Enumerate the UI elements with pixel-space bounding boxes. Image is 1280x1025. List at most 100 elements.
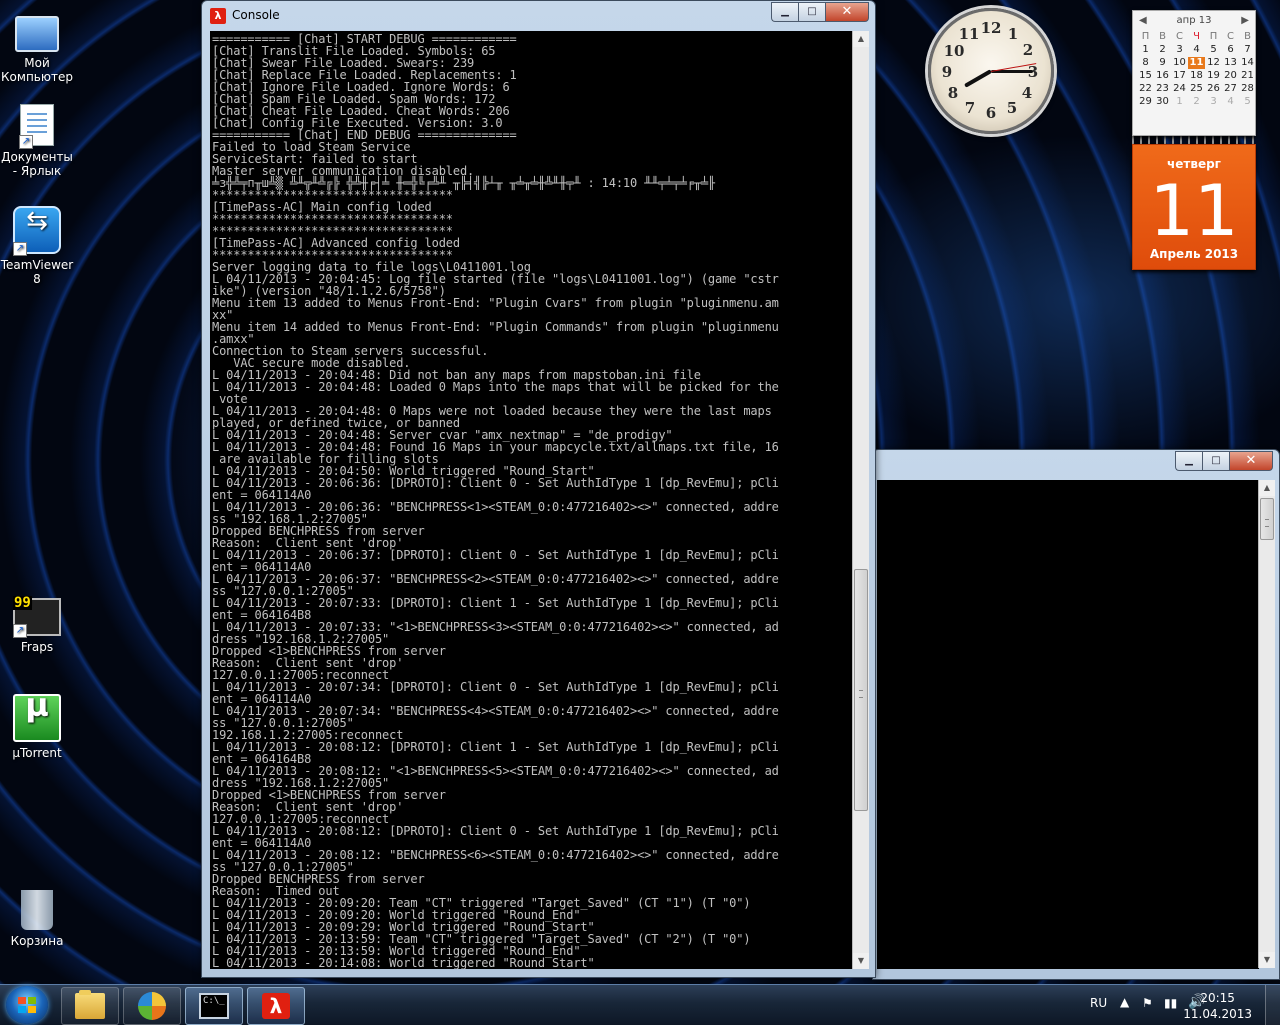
calendar-day[interactable]: 8	[1137, 57, 1154, 69]
calendar-day[interactable]: 7	[1239, 44, 1256, 56]
start-button[interactable]	[6, 986, 48, 1024]
clock-gadget[interactable]: 12 1 2 3 4 5 6 7 8 9 10 11	[928, 8, 1054, 134]
taskbar-hlds-button[interactable]: λ	[247, 987, 305, 1025]
teamviewer-icon: ↗	[13, 206, 61, 256]
calendar-day[interactable]: 13	[1222, 57, 1239, 69]
calendar-month-view: ◀ апр 13 ▶ П В С Ч П С В 1 2 3 4 5 6 7 8 9 10 11 12 13 14 15 1…	[1132, 10, 1256, 136]
clock-number: 10	[943, 42, 965, 60]
calendar-day[interactable]: 24	[1171, 83, 1188, 95]
calendar-day[interactable]: 25	[1188, 83, 1205, 95]
console-titlebar[interactable]: λ Console ▁ □ ✕	[202, 1, 875, 31]
next-month-icon[interactable]: ▶	[1241, 11, 1249, 31]
calendar-day[interactable]: 1	[1137, 44, 1154, 56]
close-button[interactable]: ✕	[825, 2, 869, 22]
desktop-icon-teamviewer[interactable]: ↗ TeamViewer 8	[0, 206, 74, 286]
calendar-day[interactable]: 9	[1154, 57, 1171, 69]
desktop-icon-documents[interactable]: ↗ Документы - Ярлык	[0, 104, 74, 178]
calendar-day[interactable]: 29	[1137, 96, 1154, 108]
taskbar-date: 11.04.2013	[1183, 1007, 1252, 1021]
calendar-grid: П В С Ч П С В 1 2 3 4 5 6 7 8 9 10 11 12 13 14 15 16 17 18 19 20 21…	[1137, 31, 1255, 108]
clock-number: 9	[941, 63, 953, 81]
calendar-day[interactable]: 14	[1239, 57, 1256, 69]
calendar-day[interactable]: 11	[1188, 57, 1205, 69]
calendar-day[interactable]: 1	[1171, 96, 1188, 108]
clock-number: 7	[964, 99, 976, 117]
calendar-day[interactable]: 23	[1154, 83, 1171, 95]
scroll-thumb[interactable]	[854, 569, 868, 811]
taskbar-clock[interactable]: 20:15 11.04.2013	[1183, 990, 1252, 1022]
network-icon[interactable]: ▮▮	[1164, 996, 1177, 1010]
show-hidden-icons-icon[interactable]: ▲	[1120, 995, 1129, 1009]
console-window[interactable]: λ Console ▁ □ ✕ =========== [Chat] START…	[201, 0, 876, 978]
calendar-day[interactable]: 3	[1205, 96, 1222, 108]
calendar-weekday: П	[1141, 31, 1150, 42]
desktop-icon-my-computer[interactable]: Мой Компьютер	[0, 10, 74, 84]
scroll-down-icon[interactable]: ▼	[1259, 952, 1275, 968]
clock-number: 5	[1006, 99, 1018, 117]
minimize-button[interactable]: ▁	[1175, 451, 1202, 471]
taskbar-explorer-button[interactable]	[61, 987, 119, 1025]
calendar-day[interactable]: 20	[1222, 70, 1239, 82]
computer-icon	[15, 16, 59, 52]
previous-month-icon[interactable]: ◀	[1139, 11, 1147, 31]
language-indicator[interactable]: RU	[1090, 996, 1107, 1010]
calendar-day[interactable]: 4	[1188, 44, 1205, 56]
calendar-day[interactable]: 5	[1239, 96, 1256, 108]
calendar-day[interactable]: 16	[1154, 70, 1171, 82]
clock-number: 1	[1007, 25, 1019, 43]
calendar-day[interactable]: 4	[1222, 96, 1239, 108]
calendar-day[interactable]: 12	[1205, 57, 1222, 69]
clock-number: 6	[985, 104, 997, 122]
calendar-day[interactable]: 17	[1171, 70, 1188, 82]
scroll-up-icon[interactable]: ▲	[1259, 480, 1275, 496]
calendar-day[interactable]: 19	[1205, 70, 1222, 82]
action-center-flag-icon[interactable]: ⚑	[1142, 996, 1153, 1010]
clock-number: 12	[980, 19, 1002, 37]
clock-number: 2	[1022, 41, 1034, 59]
half-life-icon: λ	[262, 993, 290, 1019]
shortcut-arrow-icon: ↗	[13, 624, 27, 638]
console-output[interactable]: =========== [Chat] START DEBUG =========…	[210, 31, 852, 969]
desktop-icon-fraps[interactable]: ↗ Fraps	[0, 596, 74, 654]
calendar-day[interactable]: 27	[1222, 83, 1239, 95]
scroll-up-icon[interactable]: ▲	[853, 31, 869, 47]
shortcut-arrow-icon: ↗	[13, 242, 27, 256]
clock-number: 11	[958, 25, 980, 43]
taskbar-cmd-button[interactable]: C:\_	[185, 987, 243, 1025]
window-content	[877, 480, 1259, 969]
calendar-weekday: Ч	[1193, 31, 1200, 42]
calendar-day[interactable]: 18	[1188, 70, 1205, 82]
taskbar-app-button[interactable]	[123, 987, 181, 1025]
calendar-weekday: В	[1244, 31, 1251, 42]
calendar-day[interactable]: 26	[1205, 83, 1222, 95]
close-button[interactable]: ✕	[1229, 451, 1273, 471]
calendar-day[interactable]: 21	[1239, 70, 1256, 82]
calendar-day[interactable]: 30	[1154, 96, 1171, 108]
calendar-day[interactable]: 28	[1239, 83, 1256, 95]
calendar-day[interactable]: 2	[1154, 44, 1171, 56]
calendar-day[interactable]: 15	[1137, 70, 1154, 82]
calendar-gadget[interactable]: ◀ апр 13 ▶ П В С Ч П С В 1 2 3 4 5 6 7 8 9 10 11 12 13 14 15 1…	[1132, 10, 1256, 270]
calendar-day[interactable]: 5	[1205, 44, 1222, 56]
desktop-icon-utorrent[interactable]: µTorrent	[0, 694, 74, 760]
clock-hour-hand	[964, 69, 992, 88]
calendar-day[interactable]: 22	[1137, 83, 1154, 95]
console-vertical-scrollbar[interactable]: ▲ ▼	[852, 31, 869, 969]
minimize-button[interactable]: ▁	[771, 2, 798, 22]
calendar-day[interactable]: 2	[1188, 96, 1205, 108]
scroll-down-icon[interactable]: ▼	[853, 953, 869, 969]
calendar-day[interactable]: 6	[1222, 44, 1239, 56]
calendar-day[interactable]: 10	[1171, 57, 1188, 69]
vertical-scrollbar[interactable]: ▲ ▼	[1258, 480, 1275, 968]
show-desktop-button[interactable]	[1265, 985, 1280, 1025]
app-ball-icon	[138, 992, 166, 1020]
scroll-thumb[interactable]	[1260, 498, 1274, 540]
desktop-icon-recycle-bin[interactable]: Корзина	[0, 890, 74, 948]
console-line: Menu item 14 added to Menus Front-End: "…	[212, 320, 779, 334]
maximize-button[interactable]: □	[1202, 451, 1229, 471]
calendar-day[interactable]: 3	[1171, 44, 1188, 56]
maximize-button[interactable]: □	[798, 2, 825, 22]
background-window[interactable]: ▁ □ ✕ ▲ ▼	[872, 449, 1280, 980]
fraps-icon: ↗	[13, 596, 61, 638]
console-line: L 04/11/2013 - 20:04:48: Loaded 0 Maps i…	[212, 380, 779, 394]
